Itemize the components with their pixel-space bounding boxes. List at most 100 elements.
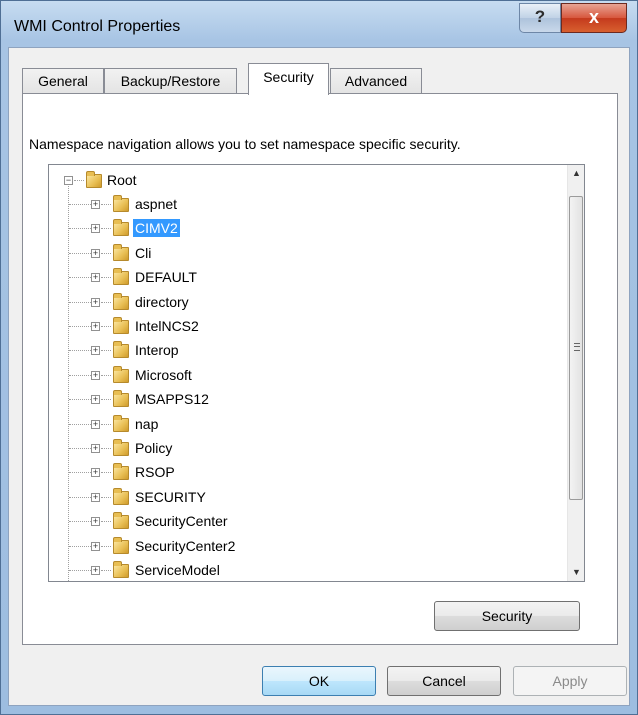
scroll-up-arrow-icon[interactable]: ▲ <box>568 165 584 182</box>
tree-connector <box>69 448 91 450</box>
root-collapse-icon[interactable]: − <box>64 176 73 185</box>
expand-icon[interactable]: + <box>91 346 100 356</box>
tree-connector <box>101 301 111 304</box>
tree-connector <box>69 374 91 377</box>
tab-backup-restore[interactable]: Backup/Restore <box>104 68 237 94</box>
tree-node-msapps12[interactable]: MSAPPS12 <box>133 390 211 408</box>
tree-node-servicemodel[interactable]: ServiceModel <box>133 561 222 579</box>
title-bar[interactable]: WMI Control Properties ? x <box>1 1 637 47</box>
tree-connector <box>101 521 111 523</box>
folder-icon <box>113 195 129 212</box>
tree-connector <box>69 496 91 499</box>
tree-connector <box>69 350 91 352</box>
folder-icon <box>113 365 129 383</box>
tree-node-rsop[interactable]: RSOP <box>133 463 177 481</box>
tree-node-directory[interactable]: directory <box>133 293 191 311</box>
window-title: WMI Control Properties <box>14 18 181 35</box>
tree-connector <box>101 228 111 230</box>
grip-icon <box>574 343 580 351</box>
expand-icon[interactable]: + <box>91 297 100 307</box>
vertical-scrollbar[interactable]: ▲ ▼ <box>567 165 584 581</box>
ok-button[interactable]: OK <box>262 666 376 696</box>
tree-node-securitycenter[interactable]: SecurityCenter <box>133 512 230 530</box>
tree-connector <box>69 326 91 328</box>
tree-connector <box>101 448 111 450</box>
tree-connector <box>101 326 111 328</box>
tree-connector <box>101 252 111 255</box>
folder-icon <box>113 390 129 408</box>
tree-connector <box>69 423 91 426</box>
folder-icon <box>86 171 102 188</box>
scroll-down-arrow-icon[interactable]: ▼ <box>568 564 584 581</box>
folder-icon <box>113 561 129 578</box>
folder-icon <box>113 292 129 310</box>
tree-node-microsoft[interactable]: Microsoft <box>133 366 194 384</box>
tree-connector <box>101 570 111 572</box>
tree-connector <box>101 423 111 426</box>
tree-connector <box>101 350 111 352</box>
tree-connector <box>101 545 111 548</box>
tree-connector <box>69 545 91 548</box>
help-button[interactable]: ? <box>519 3 561 33</box>
tree-node-root[interactable]: Root <box>105 171 139 189</box>
expand-icon[interactable]: + <box>91 541 100 551</box>
tree-node-cimv2[interactable]: CIMV2 <box>133 219 180 238</box>
tree-node-intelncs2[interactable]: IntelNCS2 <box>133 317 201 335</box>
folder-icon <box>113 268 129 286</box>
scrollbar-thumb[interactable] <box>569 196 583 500</box>
tree-connector <box>69 399 91 401</box>
expand-icon[interactable]: + <box>91 566 100 575</box>
tree-node-securitycenter2[interactable]: SecurityCenter2 <box>133 537 237 555</box>
expand-icon[interactable]: + <box>91 517 100 527</box>
tab-advanced[interactable]: Advanced <box>330 68 422 94</box>
folder-icon <box>113 536 129 554</box>
tree-node-default[interactable]: DEFAULT <box>133 268 199 286</box>
expand-icon[interactable]: + <box>91 248 100 258</box>
expand-icon[interactable]: + <box>91 370 100 380</box>
folder-icon <box>113 341 129 359</box>
apply-button: Apply <box>513 666 627 696</box>
tree-node-security[interactable]: SECURITY <box>133 488 208 506</box>
namespace-description: Namespace navigation allows you to set n… <box>29 136 461 152</box>
folder-icon <box>113 463 129 481</box>
expand-icon[interactable]: + <box>91 444 100 453</box>
tree-node-aspnet[interactable]: aspnet <box>133 195 179 213</box>
security-button[interactable]: Security <box>434 601 580 631</box>
tree-connector <box>101 277 111 279</box>
tree-connector <box>69 228 91 230</box>
expand-icon[interactable]: + <box>91 200 100 209</box>
expand-icon[interactable]: + <box>91 273 100 283</box>
namespace-tree[interactable]: − Root + aspnet + CIMV2 + Cli + DEFAULT + directo… <box>48 164 585 582</box>
tree-connector <box>101 204 111 206</box>
tree-connector <box>101 399 111 401</box>
expand-icon[interactable]: + <box>91 395 100 405</box>
expand-icon[interactable]: + <box>91 224 100 234</box>
tab-security[interactable]: Security <box>248 63 329 95</box>
expand-icon[interactable]: + <box>91 492 100 502</box>
folder-icon <box>113 487 129 505</box>
tree-connector <box>69 204 91 206</box>
tree-connector <box>69 252 91 255</box>
close-button[interactable]: x <box>561 3 627 33</box>
tab-general[interactable]: General <box>22 68 104 94</box>
tree-node-nap[interactable]: nap <box>133 415 160 433</box>
tree-connector <box>69 472 91 474</box>
tree-connector <box>74 180 84 182</box>
tree-connector <box>101 374 111 377</box>
tree-node-interop[interactable]: Interop <box>133 341 181 359</box>
expand-icon[interactable]: + <box>91 419 100 429</box>
tree-connector <box>69 301 91 304</box>
tree-node-cli[interactable]: Cli <box>133 244 153 262</box>
folder-icon <box>113 219 129 237</box>
cancel-button[interactable]: Cancel <box>387 666 501 696</box>
tree-connector <box>101 472 111 474</box>
folder-icon <box>113 439 129 456</box>
tree-content: − Root + aspnet + CIMV2 + Cli + DEFAULT + directo… <box>49 165 567 581</box>
tab-strip: General Backup/Restore Security Advanced <box>22 63 622 95</box>
tree-connector <box>69 521 91 523</box>
expand-icon[interactable]: + <box>91 468 100 478</box>
tree-node-policy[interactable]: Policy <box>133 439 174 457</box>
folder-icon <box>113 512 129 530</box>
expand-icon[interactable]: + <box>91 322 100 331</box>
folder-icon <box>113 317 129 334</box>
